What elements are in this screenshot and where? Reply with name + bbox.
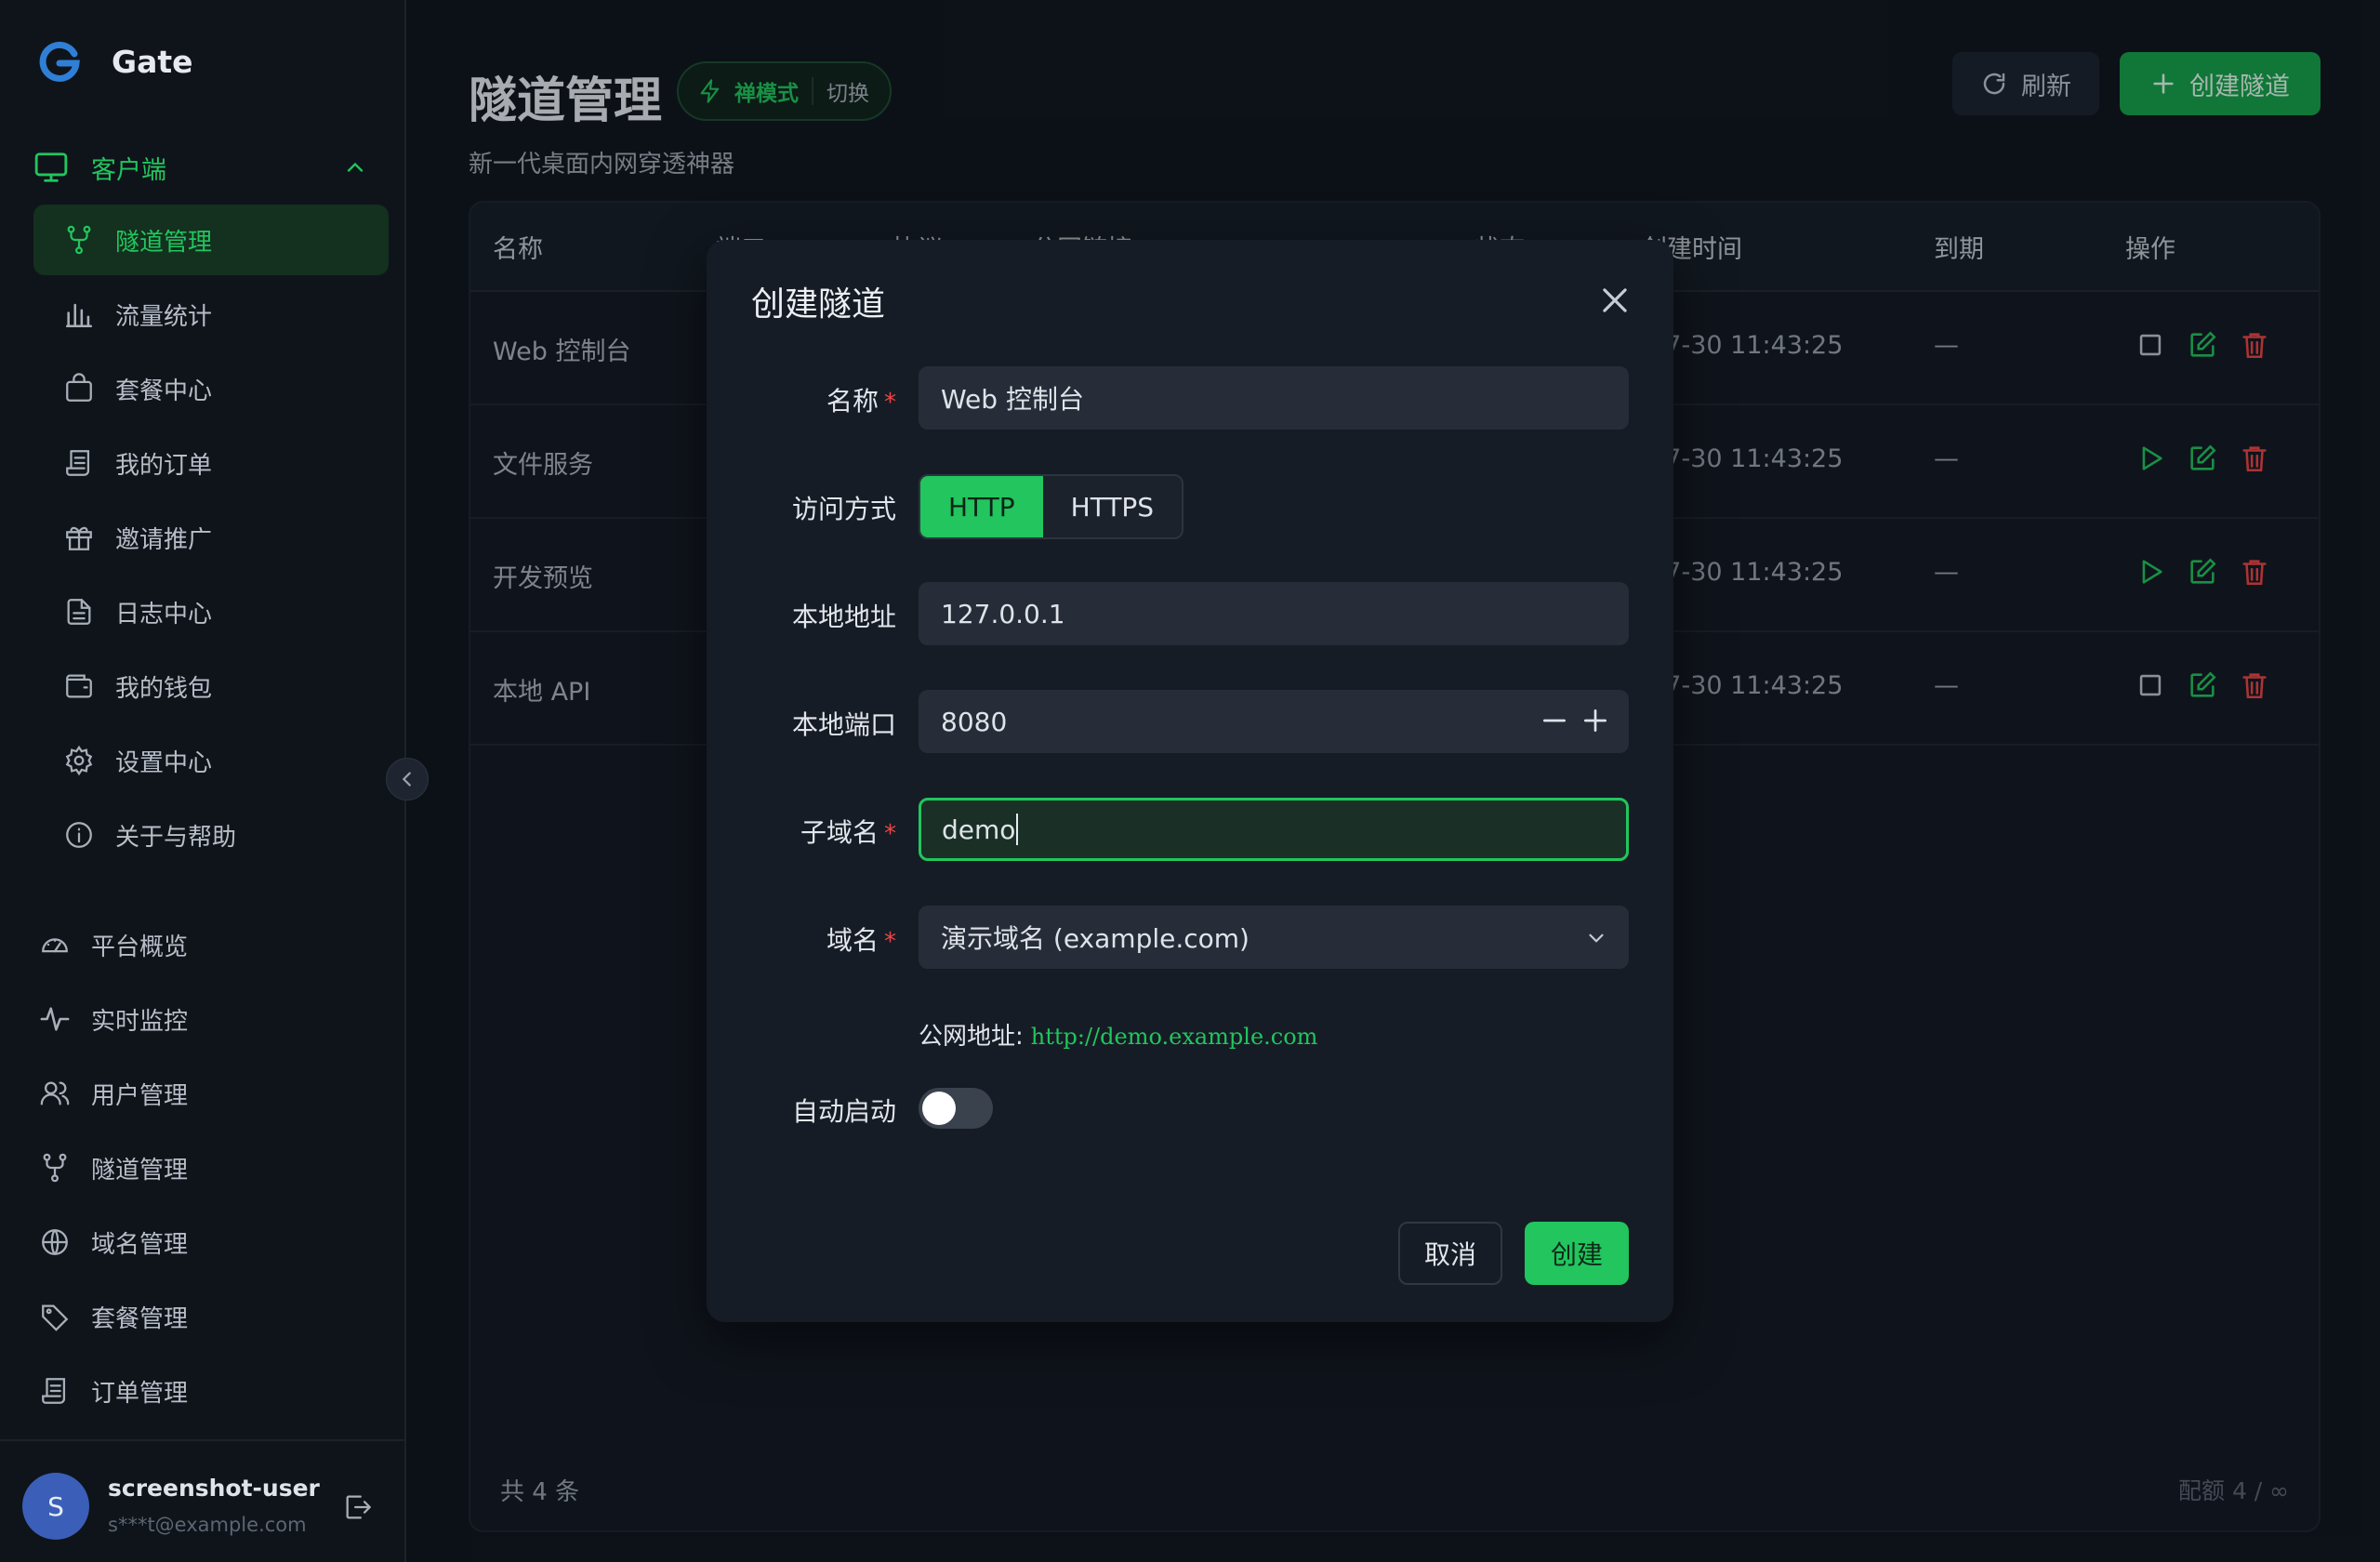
- user-email: s***t@example.com: [108, 1514, 307, 1536]
- sidebar-item-tunnels[interactable]: 隧道管理: [33, 205, 389, 275]
- public-address-url[interactable]: http://demo.example.com: [1031, 1024, 1318, 1050]
- sidebar-item-settings[interactable]: 设置中心: [33, 725, 389, 796]
- sidebar-item-users[interactable]: 用户管理: [39, 1058, 383, 1129]
- receipt-icon: [66, 450, 90, 476]
- field-label-name: 名称 *: [826, 386, 896, 417]
- gear-icon: [65, 745, 93, 776]
- chevron-down-icon: [1589, 933, 1604, 943]
- monitor-icon: [34, 152, 68, 182]
- avatar[interactable]: S: [22, 1473, 89, 1540]
- sidebar-item-label: 套餐管理: [91, 1304, 189, 1333]
- sidebar-item-domains[interactable]: 域名管理: [39, 1207, 383, 1277]
- logout-icon[interactable]: [342, 1491, 374, 1523]
- sidebar-item-label: 平台概览: [91, 933, 189, 961]
- file-text-icon: [67, 599, 91, 625]
- autostart-toggle[interactable]: [919, 1088, 993, 1129]
- chevron-left-icon: [402, 772, 411, 787]
- user-name: screenshot-user: [108, 1475, 320, 1502]
- cancel-button[interactable]: 取消: [1398, 1222, 1502, 1285]
- required-mark: *: [884, 928, 896, 956]
- git-branch-icon: [67, 225, 91, 255]
- sidebar-group-label: 客户端: [91, 155, 166, 185]
- chevron-up-icon: [347, 162, 364, 172]
- info-icon: [66, 822, 92, 848]
- sidebar-item-plan-admin[interactable]: 套餐管理: [39, 1281, 383, 1352]
- bar-chart-icon: [65, 303, 93, 328]
- sidebar-item-label: 流量统计: [115, 302, 213, 331]
- public-address-label: 公网地址:: [919, 1023, 1024, 1051]
- sidebar-item-label: 隧道管理: [115, 228, 213, 257]
- gate-logo-icon: [39, 41, 80, 82]
- brand[interactable]: Gate: [39, 41, 193, 82]
- field-label-subdomain: 子域名 *: [800, 817, 896, 848]
- sidebar-item-label: 实时监控: [91, 1007, 189, 1036]
- activity-icon: [40, 1007, 70, 1031]
- sidebar-item-label: 用户管理: [91, 1081, 189, 1110]
- name-input[interactable]: Web 控制台: [919, 366, 1629, 430]
- sidebar-item-label: 设置中心: [115, 748, 213, 777]
- users-icon: [40, 1081, 70, 1105]
- field-label-local-port: 本地端口: [791, 709, 896, 740]
- sidebar-item-label: 我的钱包: [115, 674, 213, 703]
- plus-icon[interactable]: [1580, 706, 1610, 735]
- sidebar-item-logs[interactable]: 日志中心: [33, 576, 389, 647]
- access-type-selector: HTTP HTTPS: [919, 474, 1184, 539]
- wallet-icon: [66, 674, 92, 698]
- tag-icon: [42, 1304, 69, 1331]
- git-branch-icon: [43, 1153, 67, 1183]
- sidebar-item-label: 我的订单: [115, 451, 213, 480]
- local-port-stepper[interactable]: 8080: [919, 690, 1629, 753]
- brand-name: Gate: [112, 43, 193, 80]
- domain-select[interactable]: 演示域名 (example.com): [919, 906, 1629, 969]
- local-address-input[interactable]: 127.0.0.1: [919, 582, 1629, 645]
- sidebar-item-traffic[interactable]: 流量统计: [33, 279, 389, 350]
- dialog-title: 创建隧道: [751, 285, 886, 324]
- sidebar-item-label: 套餐中心: [115, 377, 213, 405]
- sidebar-group-client[interactable]: 客户端: [33, 145, 368, 190]
- sidebar-item-monitor[interactable]: 实时监控: [39, 984, 383, 1054]
- user-panel: S screenshot-user s***t@example.com: [0, 1439, 406, 1562]
- subdomain-input[interactable]: demo: [919, 798, 1629, 861]
- sidebar-item-overview[interactable]: 平台概览: [39, 909, 383, 980]
- sidebar-item-label: 关于与帮助: [115, 823, 237, 852]
- access-option-http[interactable]: HTTP: [920, 476, 1043, 537]
- required-mark: *: [884, 820, 896, 848]
- gauge-icon: [42, 938, 68, 953]
- sidebar-item-label: 日志中心: [115, 600, 213, 629]
- sidebar-item-tunnel-admin[interactable]: 隧道管理: [39, 1132, 383, 1203]
- field-label-local-address: 本地地址: [791, 602, 896, 632]
- shopping-bag-icon: [66, 373, 92, 402]
- submit-button[interactable]: 创建: [1525, 1222, 1629, 1285]
- sidebar-item-invite[interactable]: 邀请推广: [33, 502, 389, 573]
- toggle-knob: [922, 1092, 956, 1125]
- sidebar: Gate 客户端 隧道管理 流量统计 套餐中心 我的订单 邀请推广 日志中心 我…: [0, 0, 406, 1562]
- required-mark: *: [884, 389, 896, 417]
- sidebar-item-label: 邀请推广: [115, 525, 213, 554]
- field-label-autostart: 自动启动: [791, 1096, 896, 1127]
- field-label-access: 访问方式: [791, 494, 896, 524]
- public-address: 公网地址: http://demo.example.com: [919, 1017, 1317, 1052]
- sidebar-item-label: 域名管理: [91, 1230, 189, 1259]
- receipt-icon: [42, 1378, 66, 1404]
- sidebar-item-about[interactable]: 关于与帮助: [33, 800, 389, 870]
- sidebar-item-wallet[interactable]: 我的钱包: [33, 651, 389, 721]
- sidebar-item-label: 订单管理: [91, 1379, 189, 1408]
- sidebar-collapse-button[interactable]: [386, 758, 429, 801]
- create-tunnel-dialog: 创建隧道 名称 * Web 控制台 访问方式 HTTP HTTPS 本地地址 12…: [707, 240, 1673, 1322]
- field-label-domain: 域名 *: [826, 925, 896, 956]
- globe-icon: [42, 1229, 68, 1255]
- access-option-https[interactable]: HTTPS: [1042, 476, 1183, 537]
- sidebar-item-orders[interactable]: 我的订单: [33, 428, 389, 498]
- minus-icon[interactable]: [1540, 706, 1569, 735]
- sidebar-item-label: 隧道管理: [91, 1156, 189, 1185]
- gift-icon: [66, 526, 92, 550]
- text-caret: [1016, 814, 1019, 845]
- sidebar-item-plans[interactable]: 套餐中心: [33, 353, 389, 424]
- sidebar-item-order-admin[interactable]: 订单管理: [39, 1356, 383, 1426]
- close-icon[interactable]: [1597, 283, 1633, 318]
